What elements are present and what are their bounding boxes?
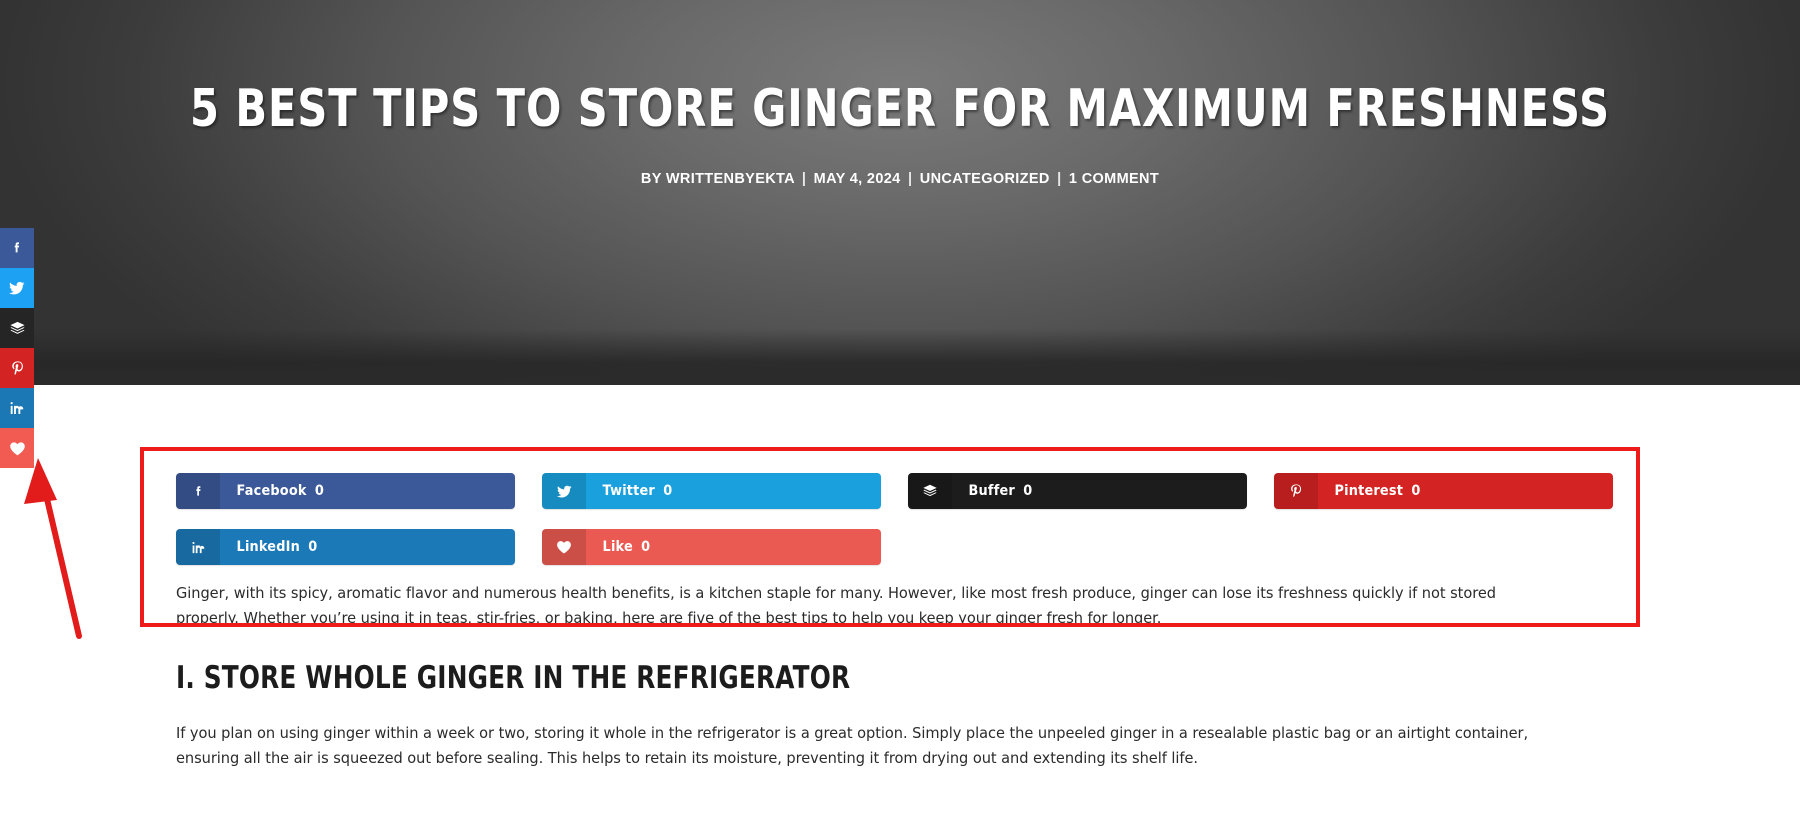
share-count: 0 [663,483,673,499]
heart-icon [8,439,27,458]
post-meta: BY WRITTENBYEKTA | MAY 4, 2024 | UNCATEG… [0,171,1800,187]
meta-separator: | [1057,170,1062,187]
share-button-label: Like 0 [586,529,651,565]
meta-separator: | [801,170,807,187]
share-label-text: Buffer [968,483,1015,499]
page-title: 5 BEST TIPS TO STORE GINGER FOR MAXIMUM … [189,79,1610,139]
pinterest-icon [1274,473,1318,509]
linkedin-icon [9,400,25,416]
article-intro-paragraph: Ginger, with its spicy, aromatic flavor … [176,584,1496,627]
buffer-icon [908,473,952,509]
article-section-heading-1: I. STORE WHOLE GINGER IN THE REFRIGERATO… [176,660,851,696]
share-button-label: Facebook 0 [220,473,324,509]
share-button-row-1: Facebook 0 Twitter 0 Buffer 0 Pinterest … [176,473,1626,509]
share-button-twitter[interactable]: Twitter 0 [542,473,881,509]
share-button-buffer[interactable]: Buffer 0 [908,473,1247,509]
meta-separator: | [907,170,913,187]
share-button-pinterest[interactable]: Pinterest 0 [1274,473,1613,509]
twitter-icon [542,473,586,509]
share-button-label: LinkedIn 0 [220,529,318,565]
rail-share-buffer[interactable] [0,308,34,348]
facebook-icon [9,240,25,256]
floating-share-rail [0,228,34,468]
rail-share-twitter[interactable] [0,268,34,308]
linkedin-icon [176,529,220,565]
share-label-text: Facebook [236,483,307,499]
share-label-text: LinkedIn [236,539,300,555]
rail-share-linkedin[interactable] [0,388,34,428]
post-date: MAY 4, 2024 [813,170,901,187]
share-button-facebook[interactable]: Facebook 0 [176,473,515,509]
share-count: 0 [308,539,318,555]
post-category[interactable]: UNCATEGORIZED [920,171,1050,187]
share-label-text: Pinterest [1334,483,1404,499]
share-button-row-2: LinkedIn 0 Like 0 [176,529,1626,565]
share-count: 0 [641,539,651,555]
share-count: 0 [1023,483,1033,499]
post-content: Facebook 0 Twitter 0 Buffer 0 Pinterest … [0,385,1800,829]
twitter-icon [8,279,26,297]
rail-share-pinterest[interactable] [0,348,34,388]
inline-share-buttons: Facebook 0 Twitter 0 Buffer 0 Pinterest … [176,473,1626,585]
page-root: 5 BEST TIPS TO STORE GINGER FOR MAXIMUM … [0,0,1800,829]
share-count: 0 [314,483,325,499]
share-button-like[interactable]: Like 0 [542,529,881,565]
share-button-label: Twitter 0 [586,473,673,509]
rail-share-like[interactable] [0,428,34,468]
post-author[interactable]: BY WRITTENBYEKTA [641,171,795,187]
share-button-linkedin[interactable]: LinkedIn 0 [176,529,515,565]
buffer-icon [9,320,26,337]
pinterest-icon [9,360,26,377]
rail-share-facebook[interactable] [0,228,34,268]
share-label-text: Twitter [602,483,655,499]
share-button-label: Pinterest 0 [1318,473,1421,509]
heart-icon [542,529,586,565]
post-hero-header: 5 BEST TIPS TO STORE GINGER FOR MAXIMUM … [0,0,1800,385]
share-count: 0 [1411,483,1421,499]
article-body: Ginger, with its spicy, aromatic flavor … [176,581,1621,771]
hero-inner: 5 BEST TIPS TO STORE GINGER FOR MAXIMUM … [0,0,1800,187]
facebook-icon [176,473,220,509]
article-paragraph-1: If you plan on using ginger within a wee… [176,724,1529,768]
share-button-label: Buffer 0 [952,473,1033,509]
post-comment-count[interactable]: 1 COMMENT [1069,171,1159,187]
share-label-text: Like [602,539,633,555]
